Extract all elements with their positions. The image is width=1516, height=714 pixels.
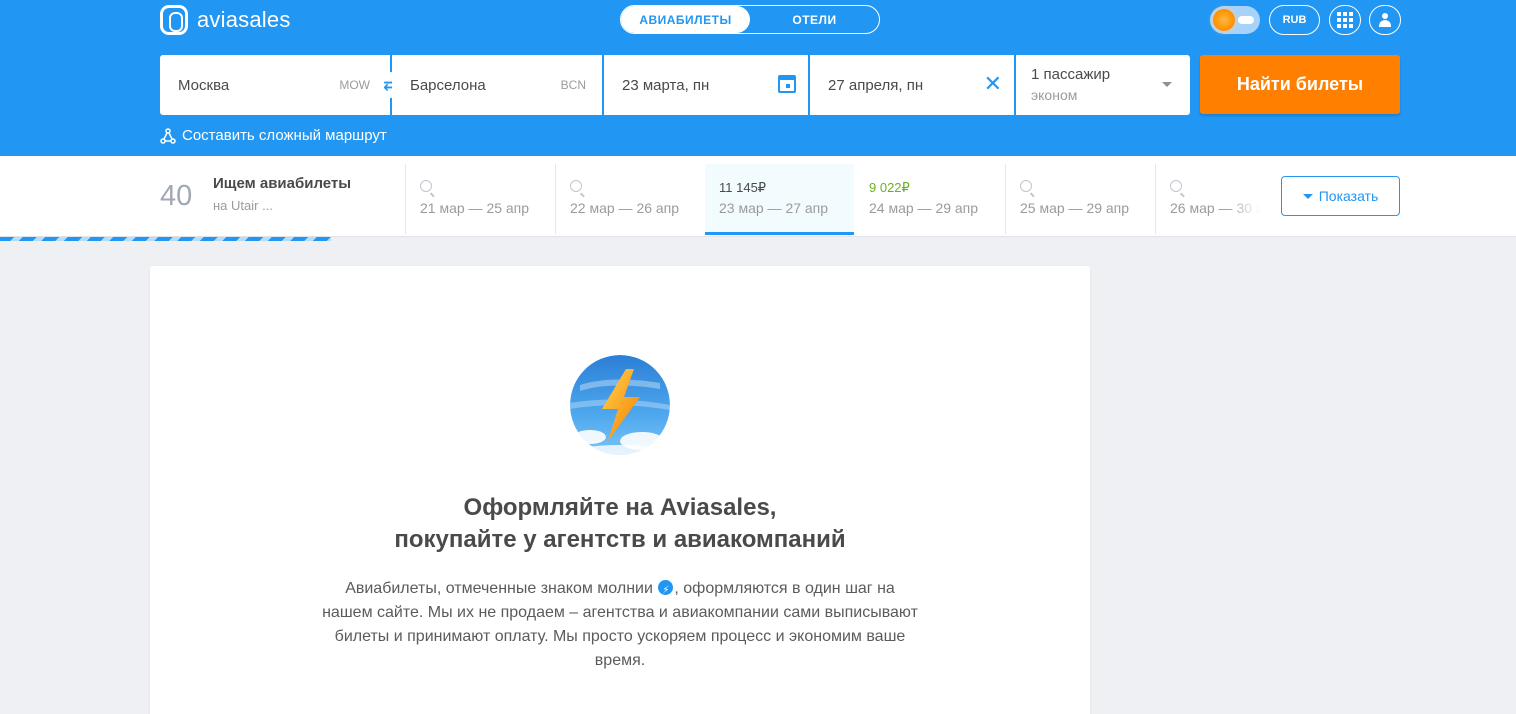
- logo-icon: [160, 5, 188, 35]
- lightning-illustration-icon: [570, 355, 670, 455]
- search-icon: [1170, 180, 1182, 192]
- search-icon: [1020, 180, 1032, 192]
- search-progress-bar: [0, 237, 331, 241]
- sun-icon: [1213, 9, 1235, 31]
- currency-button[interactable]: RUB: [1269, 5, 1320, 35]
- tab-flights[interactable]: АВИАБИЛЕТЫ: [621, 6, 750, 33]
- cloud-icon: [1238, 16, 1254, 24]
- search-status-title: Ищем авиабилеты: [213, 175, 352, 192]
- date-option-current[interactable]: 11 145₽ 23 мар — 27 апр: [705, 164, 854, 235]
- date-price: 9 022₽: [869, 180, 910, 195]
- logo[interactable]: aviasales: [160, 5, 291, 35]
- caret-down-icon: [1302, 193, 1313, 199]
- complex-route-link[interactable]: Составить сложный маршрут: [160, 127, 387, 144]
- show-dates-label: Показать: [1318, 188, 1379, 204]
- destination-field[interactable]: Барселона BCN: [392, 55, 602, 115]
- search-status-subtitle: на Utair ...: [213, 198, 273, 213]
- date-option[interactable]: 21 мар — 25 апр: [405, 164, 554, 234]
- apps-grid-icon: [1337, 12, 1353, 28]
- passengers-count: 1 пассажир: [1031, 66, 1111, 83]
- lightning-badge-icon: [658, 579, 674, 603]
- show-dates-button[interactable]: Показать: [1281, 176, 1400, 216]
- destination-city: Барселона: [410, 76, 486, 94]
- promo-text: Авиабилеты, отмеченные знаком молнии , о…: [320, 577, 920, 673]
- search-icon: [420, 180, 432, 192]
- return-date-value: 27 апреля, пн: [828, 76, 924, 94]
- promo-text-part1: Авиабилеты, отмеченные знаком молнии: [345, 580, 653, 597]
- origin-iata: MOW: [339, 78, 370, 92]
- cabin-class: эконом: [1031, 87, 1078, 103]
- logo-text: aviasales: [197, 7, 291, 32]
- tab-hotels[interactable]: ОТЕЛИ: [750, 6, 879, 33]
- depart-date-value: 23 марта, пн: [622, 76, 710, 94]
- promo-title-line1: Оформляйте на Aviasales,: [463, 494, 777, 521]
- date-option[interactable]: 25 мар — 29 апр: [1005, 164, 1154, 234]
- theme-toggle[interactable]: [1210, 6, 1260, 34]
- date-range: 21 мар — 25 апр: [420, 200, 530, 216]
- origin-field[interactable]: Москва MOW: [160, 55, 390, 115]
- date-range: 22 мар — 26 апр: [570, 200, 680, 216]
- apps-button[interactable]: [1329, 5, 1361, 35]
- user-icon: [1378, 13, 1392, 27]
- find-tickets-button[interactable]: Найти билеты: [1200, 55, 1400, 114]
- search-icon: [570, 180, 582, 192]
- complex-route-label: Составить сложный маршрут: [182, 127, 387, 144]
- date-option[interactable]: 22 мар — 26 апр: [555, 164, 704, 234]
- date-scroll-fade: [1226, 164, 1276, 234]
- return-date-field[interactable]: 27 апреля, пн ✕: [810, 55, 1014, 115]
- origin-city: Москва: [178, 76, 230, 94]
- date-range: 24 мар — 29 апр: [869, 200, 979, 216]
- date-option-cheapest[interactable]: 9 022₽ 24 мар — 29 апр: [855, 164, 1004, 234]
- clear-return-date-icon[interactable]: ✕: [984, 71, 1002, 97]
- results-count: 40: [160, 180, 193, 212]
- date-range: 25 мар — 29 апр: [1020, 200, 1130, 216]
- promo-title-line2: покупайте у агентств и авиакомпаний: [394, 526, 846, 553]
- date-price: 11 145₽: [719, 180, 767, 195]
- passengers-field[interactable]: 1 пассажир эконом: [1016, 55, 1190, 115]
- profile-button[interactable]: [1369, 5, 1401, 35]
- chevron-down-icon: [1162, 82, 1172, 87]
- date-range: 23 мар — 27 апр: [719, 200, 829, 216]
- route-icon: [160, 127, 176, 144]
- search-status: Ищем авиабилеты на Utair ...: [213, 175, 351, 213]
- promo-title: Оформляйте на Aviasales, покупайте у аге…: [150, 492, 1090, 556]
- product-switch: АВИАБИЛЕТЫ ОТЕЛИ: [620, 5, 880, 34]
- depart-date-field[interactable]: 23 марта, пн: [604, 55, 808, 115]
- calendar-icon[interactable]: [778, 75, 796, 93]
- destination-iata: BCN: [560, 78, 586, 92]
